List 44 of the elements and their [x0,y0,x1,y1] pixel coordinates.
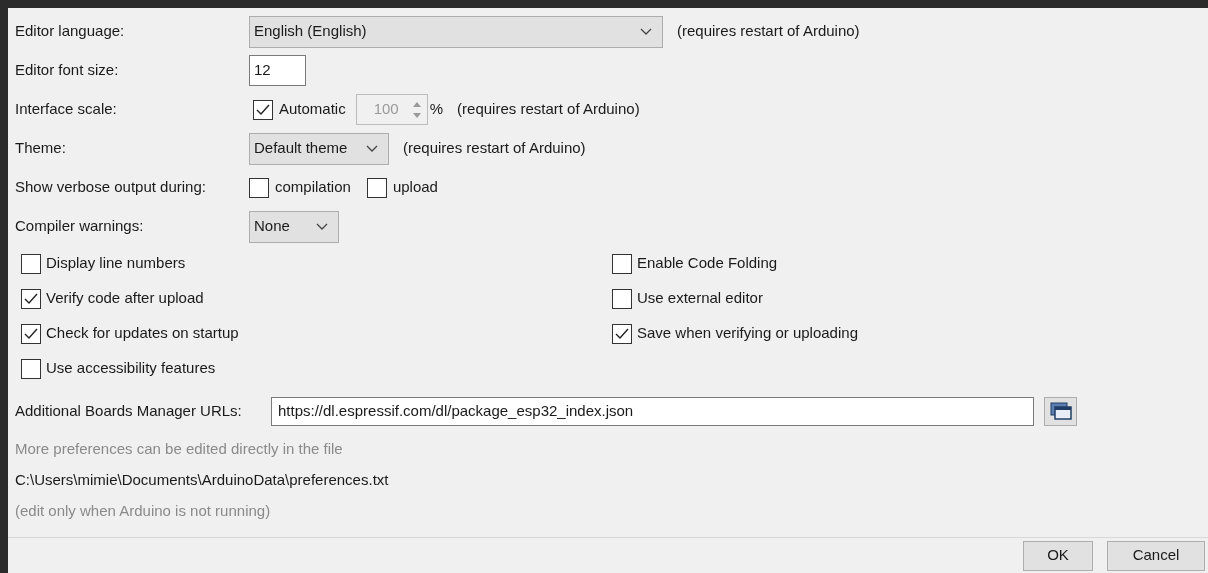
dropdown[interactable]: English (English) [249,15,663,48]
setting-label: Theme: [15,138,67,159]
checkbox-label[interactable]: Use accessibility features [46,357,216,380]
setting-label: Editor language: [15,21,126,42]
setting-label: Compiler warnings: [15,216,145,237]
unit-label: % [429,99,444,120]
checkbox[interactable] [612,253,632,274]
checkbox-label[interactable]: Use external editor [637,287,763,310]
setting-label: Interface scale: [15,99,118,120]
note-text: (requires restart of Arduino) [403,138,586,159]
checkbox-label[interactable]: Enable Code Folding [637,252,778,275]
checkbox[interactable] [612,323,632,344]
checkbox-label[interactable]: Check for updates on startup [46,322,239,345]
dropdown[interactable]: None [249,210,339,243]
checkbox-label[interactable]: Verify code after upload [46,287,204,310]
checkbox-label[interactable]: Display line numbers [46,252,186,275]
info-text: (edit only when Arduino is not running) [15,501,272,522]
chevron-down-icon [316,222,328,231]
checkbox-label[interactable]: compilation [275,176,351,199]
note-text: (requires restart of Arduino) [677,21,860,42]
input-field[interactable]: 12 [249,55,306,86]
chevron-down-icon [640,27,652,36]
checkbox-label[interactable]: Save when verifying or uploading [637,322,858,345]
url-field[interactable]: https://dl.espressif.com/dl/package_esp32_index.json [271,396,1034,426]
checkbox[interactable] [21,323,41,344]
chevron-down-icon [366,144,378,153]
checkbox[interactable] [612,288,632,309]
windows-icon [1048,401,1073,421]
field-label: Additional Boards Manager URLs: [15,400,243,421]
window-icon-button[interactable] [1044,396,1077,426]
checkbox[interactable] [366,177,387,198]
checkbox[interactable] [249,177,269,198]
setting-label: Editor font size: [15,60,120,81]
checkbox[interactable] [21,253,41,274]
dropdown[interactable]: Default theme [249,132,389,165]
note-text: (requires restart of Arduino) [457,99,640,120]
info-text: More preferences can be edited directly in the file [15,439,344,460]
dialog-button[interactable]: Cancel [1107,540,1205,571]
info-text: C:\Users\mimie\Documents\ArduinoData\preferences.txt [15,470,390,491]
setting-label: Show verbose output during: [15,177,207,198]
dialog-button[interactable]: OK [1023,540,1093,571]
checkbox[interactable] [21,358,41,379]
checkbox-label[interactable]: upload [392,176,438,199]
checkbox[interactable] [21,288,41,309]
